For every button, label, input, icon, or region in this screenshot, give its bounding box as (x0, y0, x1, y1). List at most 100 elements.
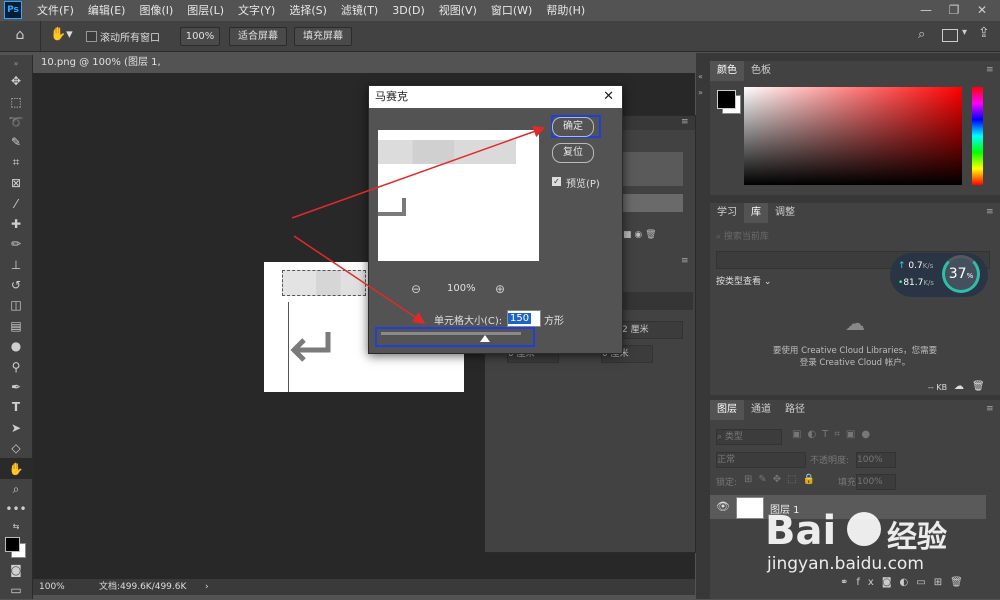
cell-size-slider-thumb[interactable] (480, 335, 490, 342)
tab-adjustments[interactable]: 调整 (768, 203, 802, 223)
panel-menu-icon[interactable]: ≡ (986, 404, 994, 414)
tab-learn[interactable]: 学习 (710, 203, 744, 223)
hand-tool-preset-icon[interactable]: ✋▾ (50, 27, 80, 45)
brush-tool-icon[interactable]: ✏ (0, 234, 32, 254)
network-speed-widget[interactable]: ↑ 0.7K/s •81.7K/s 37% (890, 253, 988, 297)
hand-tool-icon[interactable]: ✋ (0, 458, 32, 479)
menu-layer[interactable]: 图层(L) (180, 2, 231, 18)
home-icon[interactable]: ⌂ (10, 27, 30, 45)
shape-tool-icon[interactable]: ◇ (0, 438, 32, 458)
zoom-percent-field[interactable]: 100% (180, 27, 220, 46)
swap-colors-icon[interactable]: ⇆ (0, 520, 32, 534)
panel-menu-icon[interactable]: ≡ (681, 256, 689, 266)
panel-menu-icon[interactable]: ≡ (681, 117, 689, 127)
eraser-tool-icon[interactable]: ◫ (0, 295, 32, 315)
close-icon[interactable]: ✕ (968, 0, 996, 20)
tab-swatches[interactable]: 色板 (744, 61, 778, 81)
color-swatches[interactable] (0, 534, 32, 560)
menu-filter[interactable]: 滤镜(T) (334, 2, 385, 18)
type-tool-icon[interactable]: T (0, 397, 32, 417)
menu-3d[interactable]: 3D(D) (385, 4, 432, 17)
move-tool-icon[interactable]: ✥ (0, 71, 32, 91)
pen-tool-icon[interactable]: ✒ (0, 377, 32, 397)
gradient-tool-icon[interactable]: ▤ (0, 316, 32, 336)
quick-select-tool-icon[interactable]: ✎ (0, 132, 32, 152)
document-tab[interactable]: 10.png @ 100% (图层 1, RGB/8) × (33, 53, 193, 88)
menu-edit[interactable]: 编辑(E) (81, 2, 133, 18)
color-field[interactable] (744, 87, 962, 185)
search-icon[interactable]: ⌕ (918, 27, 925, 42)
share-icon[interactable]: ⇪ (978, 25, 990, 41)
healing-brush-tool-icon[interactable]: ✚ (0, 214, 32, 234)
color-foreground-swatch[interactable] (717, 90, 736, 109)
zoom-in-icon[interactable]: ⊕ (495, 282, 505, 296)
menu-image[interactable]: 图像(I) (132, 2, 180, 18)
more-tools-icon[interactable]: ••• (0, 499, 32, 519)
dialog-close-icon[interactable]: ✕ (603, 86, 614, 108)
toolbar-collapse-icon[interactable]: » (0, 55, 32, 71)
cloud-sync-icon[interactable]: ☁ (954, 381, 964, 392)
view-by-type-dropdown[interactable]: 按类型查看 ⌄ (716, 274, 771, 287)
dock-collapse-icon[interactable]: « (698, 72, 703, 81)
history-brush-tool-icon[interactable]: ↺ (0, 275, 32, 295)
menu-type[interactable]: 文字(Y) (231, 2, 282, 18)
stamp-tool-icon[interactable]: ⊥ (0, 255, 32, 275)
tab-libraries[interactable]: 库 (744, 203, 768, 223)
quick-mask-icon[interactable]: ◙ (0, 560, 32, 580)
tab-layers[interactable]: 图层 (710, 400, 744, 420)
workspace-icon[interactable] (942, 29, 958, 42)
path-select-tool-icon[interactable]: ➤ (0, 418, 32, 438)
restore-icon[interactable]: ❐ (940, 0, 968, 20)
cell-size-unit: 方形 (544, 316, 564, 327)
filter-preview[interactable] (378, 130, 539, 261)
marquee-tool-icon[interactable]: ⬚ (0, 91, 32, 111)
fill-screen-button[interactable]: 填充屏幕 (294, 27, 352, 46)
opacity-field[interactable]: 100% (856, 452, 896, 468)
reset-button[interactable]: 复位 (552, 143, 594, 163)
tab-paths[interactable]: 路径 (778, 400, 812, 420)
background-panel-field[interactable]: 2 厘米 (621, 321, 683, 339)
lasso-tool-icon[interactable]: ➰ (0, 112, 32, 132)
library-search[interactable]: ⌕ 搜索当前库 (716, 229, 988, 245)
foreground-color-swatch[interactable] (5, 536, 20, 552)
crop-tool-icon[interactable]: ⌗ (0, 153, 32, 173)
layers-footer-icons[interactable]: ⚭fx◙◐▭⊞🗑 (840, 577, 971, 588)
panel-menu-icon[interactable]: ≡ (986, 65, 994, 75)
menu-view[interactable]: 视图(V) (432, 2, 484, 18)
tab-channels[interactable]: 通道 (744, 400, 778, 420)
menu-help[interactable]: 帮助(H) (539, 2, 592, 18)
status-arrow-icon[interactable]: › (205, 579, 209, 595)
dodge-tool-icon[interactable]: ⚲ (0, 356, 32, 376)
ok-button[interactable]: 确定 (552, 117, 594, 137)
blend-mode-select[interactable]: 正常 (716, 452, 806, 468)
screen-mode-icon[interactable]: ▭ (0, 580, 32, 600)
eye-icon[interactable]: 👁 (716, 500, 730, 513)
menu-window[interactable]: 窗口(W) (484, 2, 539, 18)
minimize-icon[interactable]: — (912, 0, 940, 20)
layer-filter-select[interactable]: ⌕ 类型 (716, 429, 782, 445)
layer-filter-icons[interactable]: ▣◐T⌗▣● (792, 429, 876, 440)
zoom-out-icon[interactable]: ⊖ (411, 282, 421, 296)
tab-color[interactable]: 颜色 (710, 61, 744, 81)
cell-size-slider-track[interactable] (381, 332, 521, 335)
status-bar: 100% 文档:499.6K/499.6K › (33, 579, 695, 595)
eyedropper-tool-icon[interactable]: ⁄ (0, 193, 32, 213)
menu-select[interactable]: 选择(S) (282, 2, 334, 18)
zoom-tool-icon[interactable]: ⌕ (0, 479, 32, 499)
menu-file[interactable]: 文件(F) (30, 2, 81, 18)
panel-menu-icon[interactable]: ≡ (986, 207, 994, 217)
trash-icon[interactable]: 🗑 (972, 381, 985, 392)
lock-icons[interactable]: ⊞✎✥⬚🔒 (744, 474, 821, 485)
dock-expand-icon[interactable]: » (698, 88, 703, 97)
cell-size-input[interactable]: 150 (507, 310, 541, 327)
hue-slider[interactable] (972, 87, 983, 185)
blur-tool-icon[interactable]: ● (0, 336, 32, 356)
scroll-all-checkbox[interactable] (86, 31, 97, 42)
preview-checkbox[interactable]: ✓ (552, 177, 561, 186)
frame-tool-icon[interactable]: ⊠ (0, 173, 32, 193)
fill-field[interactable]: 100% (856, 474, 896, 490)
workspace-dropdown-icon[interactable]: ▾ (962, 27, 967, 38)
layer-name[interactable]: 图层 1 (770, 501, 800, 516)
fit-screen-button[interactable]: 适合屏幕 (229, 27, 287, 46)
layer-row[interactable]: 👁 图层 1 (710, 495, 986, 519)
